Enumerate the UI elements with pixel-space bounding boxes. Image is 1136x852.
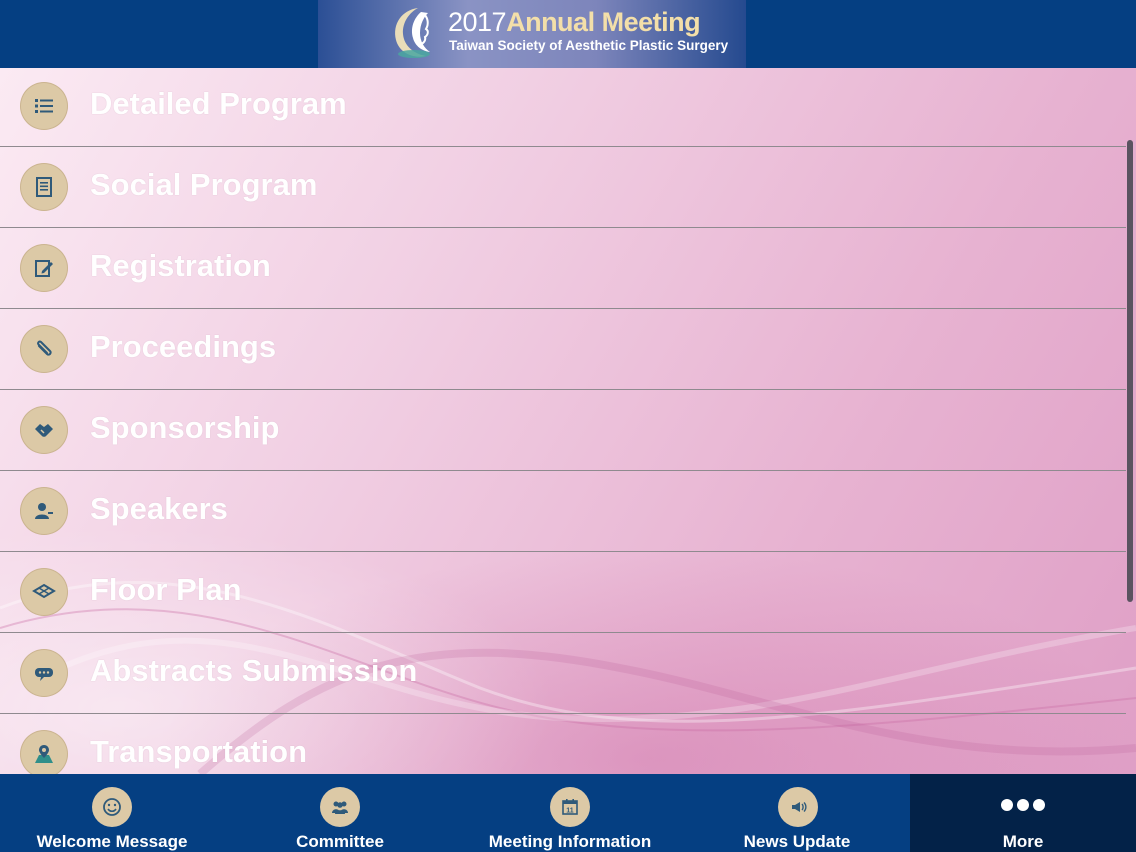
meeting-banner: 2017Annual Meeting Taiwan Society of Aes… [318,0,746,68]
tab-label: News Update [743,832,851,851]
paperclip-icon [20,325,68,373]
tab-news-update[interactable]: News Update [684,774,910,852]
tab-committee[interactable]: Committee [228,774,452,852]
document-icon [20,163,68,211]
society-name: Taiwan Society of Aesthetic Plastic Surg… [449,38,729,53]
menu-item-registration[interactable]: Registration [0,228,1126,309]
menu-item-detailed-program[interactable]: Detailed Program [0,68,1126,147]
menu-item-label: Abstracts Submission [90,653,418,688]
menu-item-social-program[interactable]: Social Program [0,147,1126,228]
menu-item-label: Proceedings [90,329,277,364]
meeting-title-text: Annual Meeting [506,7,701,37]
handshake-icon [20,406,68,454]
menu-item-sponsorship[interactable]: Sponsorship [0,390,1126,471]
list-icon [20,82,68,130]
megaphone-icon [778,787,818,827]
menu-item-speakers[interactable]: Speakers [0,471,1126,552]
floor-plan-icon [20,568,68,616]
menu-item-label: Transportation [90,734,308,769]
edit-form-icon [20,244,68,292]
menu-item-abstracts-submission[interactable]: Abstracts Submission [0,633,1126,714]
tab-more[interactable]: More [910,774,1136,852]
calendar-icon: 11 [550,787,590,827]
society-logo-icon [395,8,430,58]
speaker-person-icon [20,487,68,535]
tab-label: Meeting Information [488,832,652,851]
menu-item-floor-plan[interactable]: Floor Plan [0,552,1126,633]
meeting-title: 2017Annual Meeting [448,7,701,38]
menu-item-transportation[interactable]: Transportation [0,714,1126,774]
menu-item-proceedings[interactable]: Proceedings [0,309,1126,390]
menu-list[interactable]: Detailed Program Social Program Registra… [0,68,1136,774]
tab-label: Welcome Message [36,832,188,851]
app-header: 2017Annual Meeting Taiwan Society of Aes… [0,0,1136,68]
menu-item-label: Floor Plan [90,572,242,607]
people-group-icon [320,787,360,827]
smiley-icon [92,787,132,827]
tab-label: More [1002,832,1044,851]
tab-welcome-message[interactable]: Welcome Message [0,774,224,852]
more-dots-icon [910,798,1136,816]
list-scrollbar[interactable] [1127,140,1133,602]
calendar-day: 11 [566,808,574,815]
meeting-year: 2017 [448,7,507,37]
tab-label: Committee [296,832,384,851]
map-pin-icon [20,730,68,774]
menu-item-label: Sponsorship [90,410,280,445]
menu-item-label: Detailed Program [90,86,347,121]
chat-bubble-icon [20,649,68,697]
menu-item-label: Social Program [90,167,318,202]
menu-item-label: Speakers [90,491,228,526]
tab-meeting-information[interactable]: 11 Meeting Information [456,774,684,852]
bottom-tab-bar: Welcome Message Committee 11 Meeting Inf… [0,774,1136,852]
menu-item-label: Registration [90,248,271,283]
